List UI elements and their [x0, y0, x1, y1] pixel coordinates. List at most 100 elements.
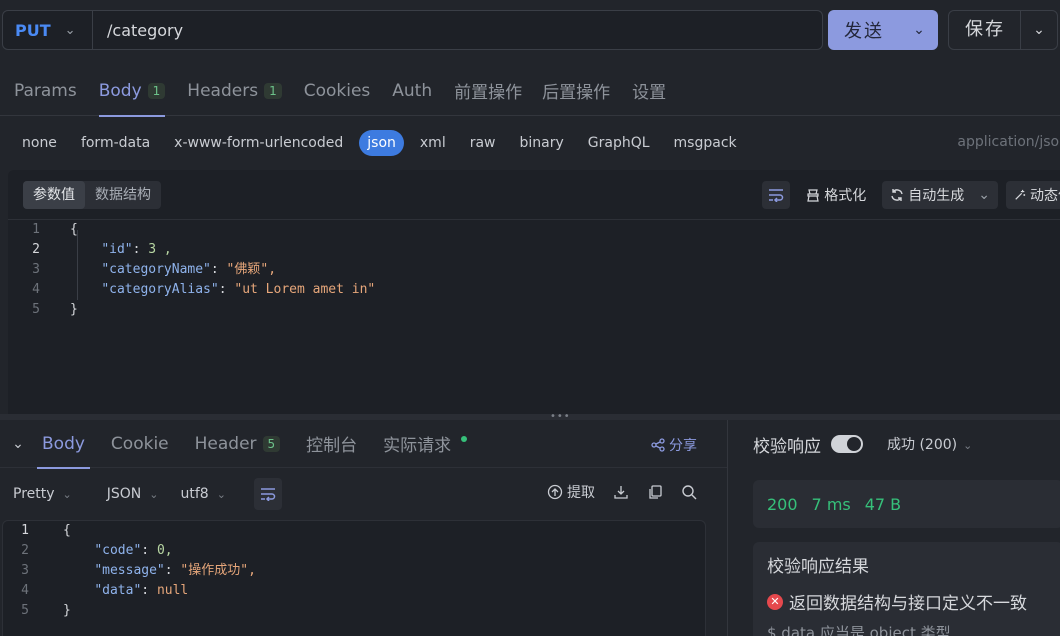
code-line: 4 "categoryAlias": "ut Lorem amet in"	[8, 280, 1060, 300]
send-label: 发送	[844, 21, 884, 42]
tab-console[interactable]: 控制台	[306, 420, 357, 468]
extract-label: 提取	[567, 485, 595, 501]
response-size: 47 B	[864, 494, 902, 514]
response-actions: 提取	[547, 482, 697, 502]
tab-label: 实际请求	[383, 436, 452, 456]
code-line: 3 "message": "操作成功",	[3, 561, 705, 581]
format-select[interactable]: Pretty ⌄	[13, 486, 72, 502]
segment-schema[interactable]: 数据结构	[85, 181, 161, 209]
body-type-none[interactable]: none	[14, 130, 65, 156]
tab-post-actions[interactable]: 后置操作	[542, 66, 610, 116]
tab-actual-request[interactable]: 实际请求	[383, 420, 468, 468]
json-key: "message"	[94, 563, 165, 578]
json-value: }	[70, 302, 78, 317]
arrow-up-circle-icon	[547, 484, 563, 500]
download-icon[interactable]	[613, 484, 629, 500]
tab-label: 后置操作	[542, 83, 611, 103]
line-text: }	[37, 601, 71, 621]
body-type-urlencoded[interactable]: x-www-form-urlencoded	[166, 130, 351, 156]
body-type-form-data[interactable]: form-data	[73, 130, 158, 156]
url-input[interactable]: /category	[93, 21, 183, 40]
error-text: 返回数据结构与接口定义不一致	[789, 594, 1027, 614]
autogen-button[interactable]: 自动生成 ⌄	[882, 181, 998, 209]
dynamic-value-button[interactable]: 动态值	[1006, 181, 1060, 209]
verify-title: 校验响应	[753, 436, 821, 457]
tab-auth[interactable]: Auth	[392, 66, 432, 116]
magic-wand-icon	[1015, 189, 1026, 200]
json-value: {	[63, 523, 71, 538]
chevron-down-icon[interactable]: ⌄	[1021, 22, 1057, 38]
count-badge: 5	[262, 435, 281, 452]
encoding-select[interactable]: utf8 ⌄	[180, 486, 225, 502]
tab-response-cookie[interactable]: Cookie	[111, 420, 169, 468]
tab-headers[interactable]: Headers 1	[187, 66, 282, 116]
response-tabs: ⌄ Body Cookie Header 5 控制台 实际请求 分享	[0, 420, 727, 469]
wrap-icon	[260, 488, 276, 501]
line-number: 3	[32, 262, 40, 277]
json-value: null	[156, 583, 189, 598]
tab-pre-actions[interactable]: 前置操作	[454, 66, 522, 116]
copy-icon[interactable]	[647, 484, 663, 500]
tab-response-body[interactable]: Body	[37, 420, 90, 469]
json-value: "佛颖",	[226, 262, 277, 277]
json-key: "data"	[94, 583, 142, 598]
tab-params[interactable]: Params	[14, 66, 77, 116]
share-button[interactable]: 分享	[651, 435, 697, 455]
chevron-down-icon[interactable]: ⌄	[978, 187, 990, 203]
code-line: 1{	[3, 521, 705, 541]
status-select[interactable]: 成功 (200) ⌄	[887, 434, 972, 454]
line-text: "categoryName": "佛颖",	[101, 262, 277, 277]
verify-result: 校验响应结果 ✕ 返回数据结构与接口定义不一致 $.data 应当是 objec…	[753, 542, 1060, 636]
chevron-down-icon[interactable]: ⌄	[900, 22, 938, 38]
tab-label: 前置操作	[454, 83, 523, 103]
line-text: {	[37, 521, 71, 541]
language-value: JSON	[106, 486, 142, 502]
send-button[interactable]: 发送 ⌄	[828, 10, 938, 50]
wrap-lines-button[interactable]	[762, 181, 791, 209]
line-number: 4	[21, 583, 29, 598]
save-button[interactable]: 保存 ⌄	[948, 10, 1058, 50]
tab-label: Header	[194, 433, 257, 454]
code-area[interactable]: 1{2 "id": 3 ,3 "categoryName": "佛颖", 4 "c…	[8, 220, 1060, 320]
line-number: 3	[21, 563, 29, 578]
body-type-raw[interactable]: raw	[462, 130, 504, 156]
tab-cookies[interactable]: Cookies	[304, 66, 371, 116]
verify-toggle[interactable]	[831, 435, 863, 453]
line-text: "categoryAlias": "ut Lorem amet in"	[101, 282, 376, 297]
body-type-xml[interactable]: xml	[412, 130, 454, 156]
encoding-value: utf8	[180, 486, 209, 502]
format-button[interactable]: 格式化	[798, 181, 874, 209]
body-type-json[interactable]: json	[359, 130, 404, 156]
body-type-binary[interactable]: binary	[512, 130, 572, 156]
line-number: 5	[21, 603, 29, 618]
response-code-area[interactable]: 1{2 "code": 0, 3 "message": "操作成功", 4 "dat…	[2, 520, 706, 636]
extract-button[interactable]: 提取	[547, 482, 595, 502]
method-select[interactable]: PUT ⌄	[3, 11, 93, 49]
tab-response-header[interactable]: Header 5	[195, 420, 281, 468]
line-text: {	[48, 220, 78, 240]
json-key: "categoryName"	[101, 262, 211, 277]
tab-label: Cookies	[303, 80, 371, 101]
json-value: "操作成功",	[180, 563, 256, 578]
json-key: "id"	[101, 242, 133, 257]
wrap-lines-button[interactable]	[253, 478, 282, 510]
response-metrics: 200 7 ms 47 B	[753, 480, 1060, 528]
body-type-graphql[interactable]: GraphQL	[580, 130, 658, 156]
search-icon[interactable]	[681, 484, 697, 500]
tab-body[interactable]: Body 1	[98, 66, 166, 117]
tab-label: 控制台	[306, 436, 358, 456]
language-select[interactable]: JSON ⌄	[107, 486, 159, 502]
broom-icon	[807, 189, 819, 202]
tab-settings[interactable]: 设置	[632, 66, 666, 116]
chevron-down-icon[interactable]: ⌄	[0, 436, 36, 452]
error-detail: $.data 应当是 object 类型	[767, 624, 951, 636]
line-text: }	[48, 300, 78, 320]
request-tabs: Params Body 1 Headers 1 Cookies Auth 前置操作 …	[0, 66, 1060, 117]
segment-values[interactable]: 参数值	[23, 181, 85, 209]
tab-label: Body	[42, 433, 85, 454]
status-value: 成功 (200)	[887, 437, 958, 453]
status-code: 200	[767, 494, 798, 514]
count-badge: 1	[264, 82, 282, 99]
tab-label: Body	[98, 80, 142, 101]
body-type-msgpack[interactable]: msgpack	[666, 130, 745, 156]
